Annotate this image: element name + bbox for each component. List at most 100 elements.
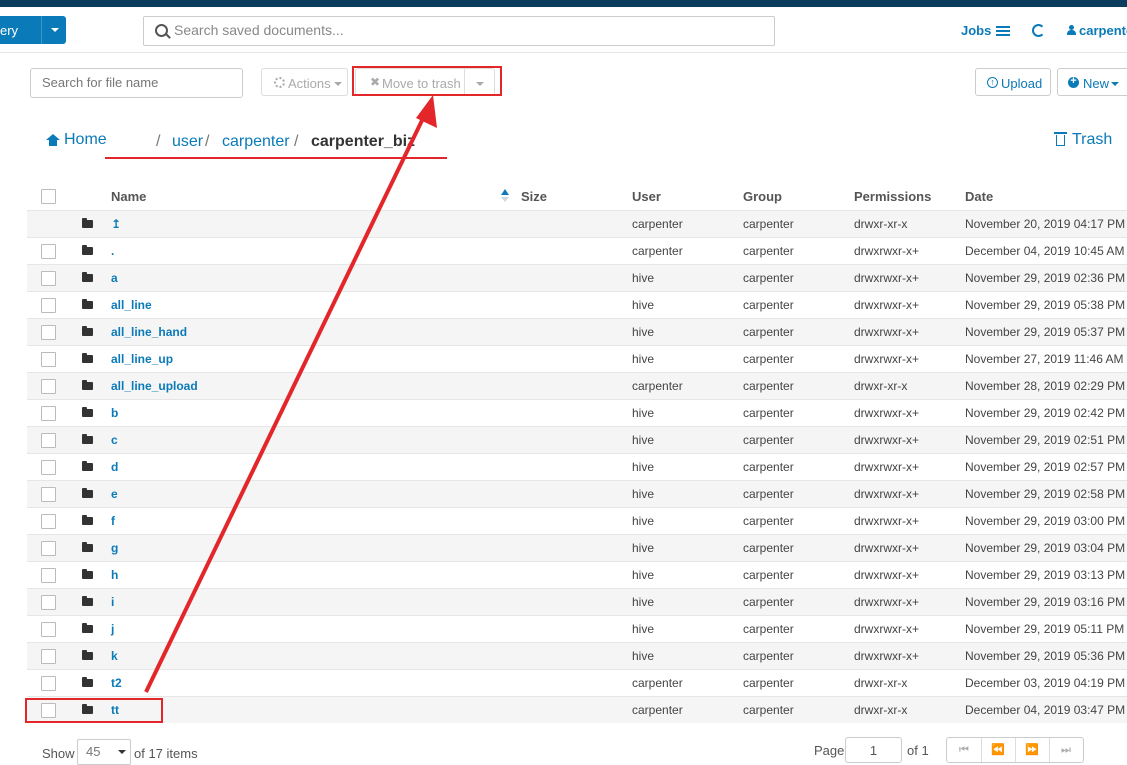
file-name-link[interactable]: ↥ — [111, 217, 121, 231]
page-count: of 1 — [907, 743, 929, 758]
file-name-link[interactable]: all_line_upload — [111, 379, 198, 393]
row-checkbox[interactable] — [41, 271, 56, 286]
row-checkbox[interactable] — [41, 568, 56, 583]
file-user: carpenter — [632, 379, 683, 393]
file-name-link[interactable]: b — [111, 406, 118, 420]
file-permissions: drwxrwxr-x+ — [854, 514, 919, 528]
folder-icon — [82, 488, 93, 498]
file-group: carpenter — [743, 541, 794, 555]
select-all-checkbox[interactable] — [41, 189, 56, 204]
row-checkbox[interactable] — [41, 622, 56, 637]
table-row[interactable]: d hive carpenter drwxrwxr-x+ November 29, 20… — [27, 453, 1127, 480]
file-name-link[interactable]: g — [111, 541, 118, 555]
file-name-link[interactable]: h — [111, 568, 118, 582]
file-name-link[interactable]: d — [111, 460, 118, 474]
table-row[interactable]: i hive carpenter drwxrwxr-x+ November 29, 20… — [27, 588, 1127, 615]
row-checkbox[interactable] — [41, 298, 56, 313]
folder-icon — [82, 542, 93, 552]
next-page-icon[interactable]: ⏩ — [1015, 738, 1050, 762]
column-header-group[interactable]: Group — [743, 189, 782, 204]
first-page-icon[interactable]: ⏮ — [947, 738, 982, 762]
table-row[interactable]: k hive carpenter drwxrwxr-x+ November 29, 20… — [27, 642, 1127, 669]
file-name-link[interactable]: j — [111, 622, 114, 636]
file-name-link[interactable]: . — [111, 244, 114, 258]
column-header-name[interactable]: Name — [111, 189, 146, 204]
row-checkbox[interactable] — [41, 541, 56, 556]
file-name-link[interactable]: a — [111, 271, 118, 285]
table-row[interactable]: all_line_upload carpenter carpenter drwxr-x… — [27, 372, 1127, 399]
history-icon[interactable] — [1032, 24, 1045, 37]
table-row[interactable]: all_line hive carpenter drwxrwxr-x+ November… — [27, 291, 1127, 318]
file-name-link[interactable]: all_line_up — [111, 352, 173, 366]
folder-icon — [82, 245, 93, 255]
row-checkbox[interactable] — [41, 379, 56, 394]
table-row[interactable]: g hive carpenter drwxrwxr-x+ November 29, 20… — [27, 534, 1127, 561]
table-row[interactable]: a hive carpenter drwxrwxr-x+ November 29, 20… — [27, 264, 1127, 291]
file-name-link[interactable]: e — [111, 487, 118, 501]
row-checkbox[interactable] — [41, 244, 56, 259]
row-checkbox[interactable] — [41, 514, 56, 529]
query-dropdown-toggle[interactable] — [41, 16, 67, 44]
table-row[interactable]: all_line_hand hive carpenter drwxrwxr-x+ Nov… — [27, 318, 1127, 345]
file-permissions: drwxrwxr-x+ — [854, 352, 919, 366]
row-checkbox[interactable] — [41, 487, 56, 502]
breadcrumb-separator: / — [294, 133, 299, 150]
file-name-link[interactable]: all_line — [111, 298, 152, 312]
table-row[interactable]: f hive carpenter drwxrwxr-x+ November 29, 20… — [27, 507, 1127, 534]
file-name-link[interactable]: k — [111, 649, 118, 663]
file-name-link[interactable]: f — [111, 514, 115, 528]
breadcrumb-carpenter[interactable]: carpenter — [222, 133, 290, 151]
last-page-icon[interactable]: ⏭ — [1049, 738, 1083, 762]
table-row[interactable]: c hive carpenter drwxrwxr-x+ November 29, 20… — [27, 426, 1127, 453]
upload-icon — [987, 77, 998, 88]
search-documents-input[interactable] — [174, 17, 764, 43]
file-permissions: drwxr-xr-x — [854, 217, 908, 231]
table-row[interactable]: e hive carpenter drwxrwxr-x+ November 29, 20… — [27, 480, 1127, 507]
row-checkbox[interactable] — [41, 676, 56, 691]
column-header-size[interactable]: Size — [521, 189, 547, 204]
folder-icon — [82, 407, 93, 417]
jobs-link[interactable]: Jobs — [961, 23, 991, 38]
row-checkbox[interactable] — [41, 649, 56, 664]
row-checkbox[interactable] — [41, 460, 56, 475]
row-checkbox[interactable] — [41, 352, 56, 367]
query-button[interactable]: ery — [0, 16, 66, 44]
breadcrumb-user[interactable]: user — [172, 133, 203, 151]
file-name-link[interactable]: all_line_hand — [111, 325, 187, 339]
table-row[interactable]: . carpenter carpenter drwxrwxr-x+ December 0… — [27, 237, 1127, 264]
file-name-link[interactable]: c — [111, 433, 118, 447]
row-checkbox[interactable] — [41, 703, 56, 718]
sort-ascending-icon[interactable] — [501, 189, 509, 202]
file-group: carpenter — [743, 244, 794, 258]
upload-button[interactable]: Upload — [975, 68, 1051, 96]
column-header-date[interactable]: Date — [965, 189, 993, 204]
table-row[interactable]: j hive carpenter drwxrwxr-x+ November 29, 20… — [27, 615, 1127, 642]
folder-icon — [82, 218, 93, 228]
user-menu[interactable]: carpente — [1079, 23, 1127, 38]
table-row[interactable]: t2 carpenter carpenter drwxr-xr-x December 0… — [27, 669, 1127, 696]
new-button[interactable]: New — [1057, 68, 1127, 96]
column-header-user[interactable]: User — [632, 189, 661, 204]
page-number-input[interactable] — [845, 737, 902, 763]
previous-page-icon[interactable]: ⏪ — [981, 738, 1016, 762]
table-row[interactable]: ↥ carpenter carpenter drwxr-xr-x November 20… — [27, 210, 1127, 237]
move-to-trash-dropdown[interactable] — [464, 68, 495, 96]
table-row[interactable]: tt carpenter carpenter drwxr-xr-x December 0… — [27, 696, 1127, 723]
table-row[interactable]: all_line_up hive carpenter drwxrwxr-x+ Novem… — [27, 345, 1127, 372]
row-checkbox[interactable] — [41, 325, 56, 340]
move-to-trash-button[interactable]: ✖ Move to trash — [355, 68, 465, 96]
home-icon[interactable] — [46, 134, 60, 146]
column-header-permissions[interactable]: Permissions — [854, 189, 931, 204]
file-name-link[interactable]: t2 — [111, 676, 122, 690]
row-checkbox[interactable] — [41, 406, 56, 421]
row-checkbox[interactable] — [41, 433, 56, 448]
file-name-link[interactable]: i — [111, 595, 114, 609]
actions-button[interactable]: Actions — [261, 68, 348, 96]
table-row[interactable]: h hive carpenter drwxrwxr-x+ November 29, 20… — [27, 561, 1127, 588]
table-row[interactable]: b hive carpenter drwxrwxr-x+ November 29, 20… — [27, 399, 1127, 426]
row-checkbox[interactable] — [41, 595, 56, 610]
file-name-search-input[interactable] — [31, 69, 237, 95]
file-name-link[interactable]: tt — [111, 703, 119, 717]
jobs-list-icon[interactable] — [996, 26, 1010, 36]
page-size-select[interactable]: 45 — [77, 739, 131, 765]
